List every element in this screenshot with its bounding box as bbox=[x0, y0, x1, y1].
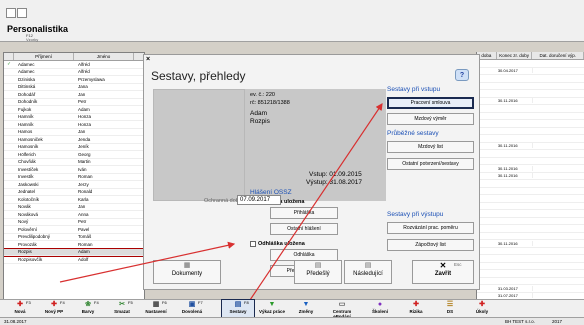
toolbar--koly-button[interactable]: ✚ Úkoly bbox=[466, 300, 498, 318]
toolbar-nastaven--button[interactable]: ▦ Nastavení F6 bbox=[140, 300, 172, 318]
toolbar-shortcut: F8 bbox=[244, 300, 249, 305]
toolbar-label: Smazat bbox=[114, 309, 130, 314]
toolbar-label: Sestavy bbox=[229, 309, 247, 314]
toolbar-sestavy-button[interactable]: ▤ Sestavy F8 bbox=[221, 299, 255, 319]
toolbar-shortcut: F5 bbox=[128, 300, 133, 305]
toolbar-shortcut: F6 bbox=[162, 300, 167, 305]
ds-icon: ☰ bbox=[446, 301, 454, 308]
new-contract-icon: ✚ bbox=[51, 301, 57, 308]
tasks-icon: ✚ bbox=[479, 301, 485, 308]
toolbar-centrum-epod-n--button[interactable]: ▭Centrum ePodání bbox=[326, 300, 358, 319]
toolbar-label: Rizika bbox=[409, 309, 423, 314]
new-icon: ✚ bbox=[17, 301, 23, 308]
toolbar-shortcut: F4 bbox=[60, 300, 65, 305]
epodani-icon: ▭ bbox=[338, 301, 346, 308]
toolbar-nov-pp-button[interactable]: ✚ Nový PP F4 bbox=[38, 300, 70, 318]
toolbar-label: Nová bbox=[14, 309, 26, 314]
toolbar-barvy-button[interactable]: ❀ Barvy F4 bbox=[72, 300, 104, 318]
toolbar-ds-button[interactable]: ☰ DS bbox=[434, 300, 466, 318]
toolbar-dovolen--button[interactable]: ▣ Dovolená F7 bbox=[176, 300, 208, 318]
status-date: 31.08.2017 bbox=[4, 319, 27, 324]
annotation-arrows bbox=[59, 103, 383, 301]
bottom-toolbar: ✚ Nová F3 ✚ Nový PP F4 ❀ Barvy F4 ✂ Smazat F5 ▦ Nasta… bbox=[0, 299, 584, 319]
toolbar-label: Barvy bbox=[81, 309, 95, 314]
arrow-row-to-dialog bbox=[59, 241, 236, 283]
status-year: 2017 bbox=[552, 319, 563, 324]
toolbar-label: Změny bbox=[298, 309, 314, 314]
training-icon: ● bbox=[377, 301, 383, 308]
toolbar-nov--button[interactable]: ✚ Nová F3 bbox=[4, 300, 36, 318]
changes-icon: ▼ bbox=[302, 301, 310, 308]
toolbar-label: Úkoly bbox=[475, 309, 489, 314]
toolbar-shortcut: F3 bbox=[26, 300, 31, 305]
toolbar-label: Dovolená bbox=[181, 309, 203, 314]
colors-icon: ❀ bbox=[85, 301, 91, 308]
toolbar-label: Nastavení bbox=[145, 309, 167, 314]
status-bar: 31.08.2017 BH TEST s.r.o. 2017 bbox=[0, 317, 584, 325]
toolbar-smazat-button[interactable]: ✂ Smazat F5 bbox=[106, 300, 138, 318]
toolbar-label: Školení bbox=[371, 309, 388, 314]
reports-icon: ▤ bbox=[234, 301, 242, 308]
toolbar-shortcut: F4 bbox=[94, 300, 99, 305]
arrow-toolbar-to-contract bbox=[249, 103, 383, 301]
delete-icon: ✂ bbox=[119, 301, 125, 308]
toolbar-label: Výkaz práce bbox=[258, 309, 286, 314]
toolbar--kolen--button[interactable]: ● Školení bbox=[364, 300, 396, 318]
toolbar-rizika-button[interactable]: ✚ Rizika bbox=[400, 300, 432, 318]
settings-icon: ▦ bbox=[152, 301, 160, 308]
toolbar-label: DS bbox=[446, 309, 454, 314]
toolbar-zm-ny-button[interactable]: ▼ Změny bbox=[290, 300, 322, 318]
risks-icon: ✚ bbox=[413, 301, 419, 308]
toolbar-shortcut: F7 bbox=[198, 300, 203, 305]
toolbar-label: Nový PP bbox=[44, 309, 64, 314]
vacation-icon: ▣ bbox=[188, 301, 196, 308]
work-report-icon: ▼ bbox=[268, 301, 276, 308]
toolbar-v-kaz-pr-ce-button[interactable]: ▼ Výkaz práce bbox=[256, 300, 288, 318]
status-company: BH TEST s.r.o. bbox=[505, 319, 535, 324]
